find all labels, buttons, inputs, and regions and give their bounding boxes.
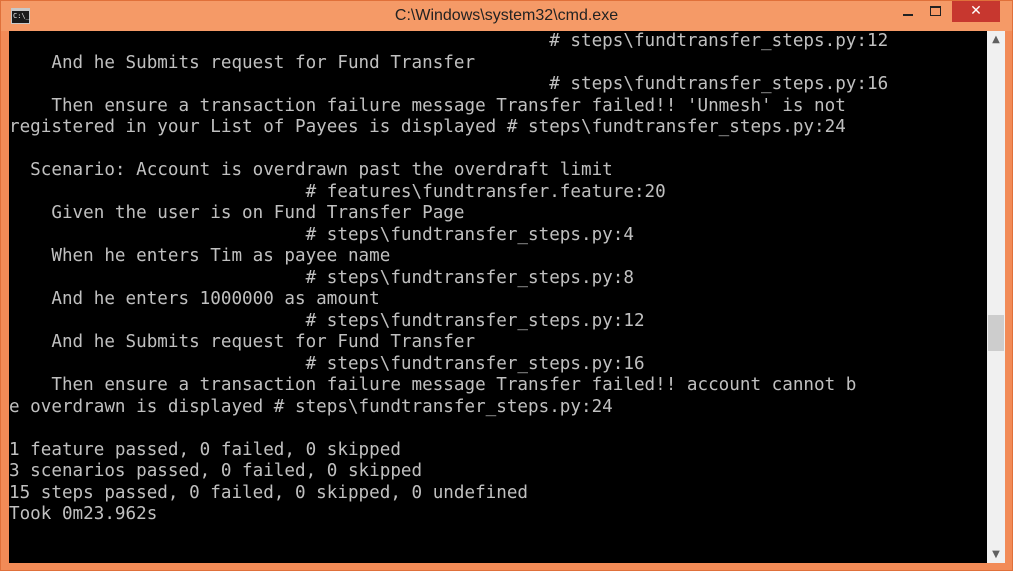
console-line: And he Submits request for Fund Transfer (9, 332, 476, 352)
console-line: 3 scenarios passed, 0 failed, 0 skipped (9, 461, 423, 481)
window-title: C:\Windows\system32\cmd.exe (394, 7, 619, 24)
console-line: # steps\fundtransfer_steps.py:16 (9, 353, 645, 374)
console-line: registered in your List of Payees is dis… (9, 117, 846, 137)
vertical-scrollbar[interactable]: ▲ ▼ (987, 31, 1005, 563)
console-line: Then ensure a transaction failure messag… (9, 95, 846, 116)
console-line: Scenario: Account is overdrawn past the … (9, 160, 613, 180)
scroll-thumb[interactable] (988, 315, 1004, 351)
console-output[interactable]: # steps\fundtransfer_steps.py:12 And he … (9, 31, 987, 563)
maximize-button[interactable] (922, 1, 950, 22)
title-bar[interactable]: C:\_ C:\Windows\system32\cmd.exe ✕ (1, 1, 1012, 31)
console-line: And he Submits request for Fund Transfer (9, 52, 476, 73)
console-line: # steps\fundtransfer_steps.py:12 (9, 310, 645, 331)
console-line: 1 feature passed, 0 failed, 0 skipped (9, 439, 401, 460)
console-line: 15 steps passed, 0 failed, 0 skipped, 0 … (9, 482, 529, 503)
console-line: When he enters Tim as payee name (9, 246, 391, 266)
scroll-down-arrow-icon[interactable]: ▼ (987, 546, 1005, 563)
console-text: # steps\fundtransfer_steps.py:12 And he … (9, 31, 987, 526)
console-line: # steps\fundtransfer_steps.py:8 (9, 267, 634, 288)
close-button[interactable]: ✕ (952, 1, 1000, 22)
scroll-up-arrow-icon[interactable]: ▲ (987, 31, 1005, 48)
console-line: # steps\fundtransfer_steps.py:12 (9, 31, 889, 51)
console-line: Given the user is on Fund Transfer Page (9, 203, 465, 223)
console-line: Took 0m23.962s (9, 504, 158, 524)
console-line: # steps\fundtransfer_steps.py:4 (9, 224, 634, 245)
console-line: e overdrawn is displayed # steps\fundtra… (9, 396, 613, 417)
console-line: And he enters 1000000 as amount (9, 289, 380, 309)
console-line: # steps\fundtransfer_steps.py:16 (9, 74, 889, 94)
minimize-button[interactable] (894, 1, 922, 22)
console-line: Then ensure a transaction failure messag… (9, 375, 857, 395)
cmd-window: C:\_ C:\Windows\system32\cmd.exe ✕ # ste… (0, 0, 1013, 571)
console-line: # features\fundtransfer.feature:20 (9, 181, 666, 202)
